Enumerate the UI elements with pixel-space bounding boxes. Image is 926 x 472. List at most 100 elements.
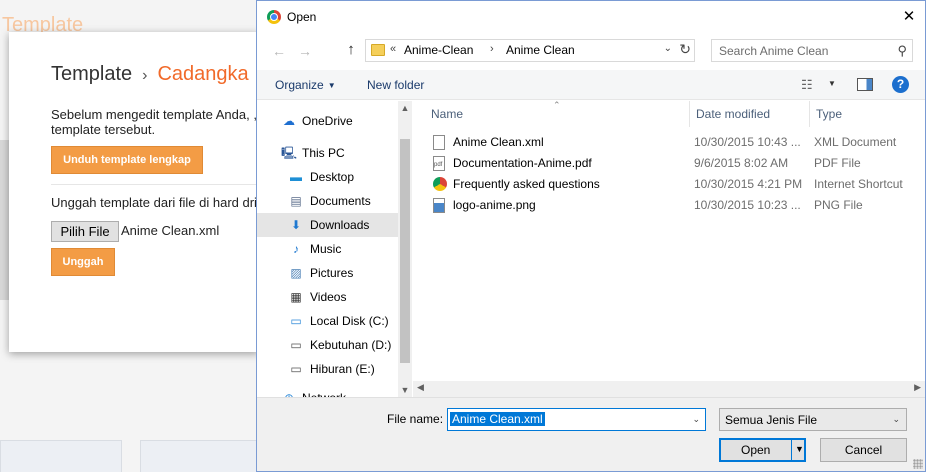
nav-item-desktop[interactable]: ▬ Desktop	[257, 165, 398, 189]
dialog-title: Open	[287, 10, 317, 24]
file-name: Documentation-Anime.pdf	[453, 156, 592, 170]
open-button[interactable]: Open ▼	[719, 438, 806, 462]
column-header-date-modified[interactable]: Date modified	[690, 101, 805, 127]
resize-grip-icon[interactable]	[913, 459, 923, 469]
search-icon[interactable]: ⚲	[897, 43, 907, 59]
nav-item-hiburan-e[interactable]: ▭ Hiburan (E:)	[257, 357, 398, 381]
breadcrumb-chevron-icon[interactable]: ›	[490, 43, 494, 55]
breadcrumb-overflow-icon[interactable]: «	[390, 43, 396, 55]
file-name-input[interactable]: Anime Clean.xml ⌄	[447, 408, 706, 431]
nav-item-label: Documents	[310, 194, 371, 208]
choose-file-button[interactable]: Pilih File	[51, 221, 119, 242]
up-arrow-icon[interactable]: ↑	[341, 40, 361, 60]
scroll-down-icon[interactable]: ▼	[398, 385, 412, 395]
nav-item-label: Desktop	[310, 170, 355, 184]
nav-item-music[interactable]: ♪ Music	[257, 237, 398, 261]
nav-item-label: Kebutuhan (D:)	[310, 338, 392, 352]
search-input[interactable]	[712, 40, 888, 61]
nav-item-this-pc[interactable]: 🖳 This PC	[257, 141, 398, 165]
nav-item-kebutuhan-d[interactable]: ▭ Kebutuhan (D:)	[257, 333, 398, 357]
scroll-left-icon[interactable]: ◀	[417, 382, 424, 393]
nav-item-local-disk-c[interactable]: ▭ Local Disk (C:)	[257, 309, 398, 333]
file-date-modified: 10/30/2015 4:21 PM	[694, 177, 803, 191]
dialog-footer: File name: Anime Clean.xml ⌄ Semua Jenis…	[257, 397, 925, 471]
scroll-right-icon[interactable]: ▶	[914, 382, 921, 393]
drive-icon: ▭	[290, 338, 302, 352]
address-bar[interactable]: « Anime-Clean › Anime Clean ⌄ ↻	[365, 39, 695, 62]
open-file-dialog: Open ✕ ← → ↑ « Anime-Clean › Anime Clean…	[256, 0, 926, 472]
page-description: Sebelum mengedit template Anda, , templa…	[51, 107, 257, 137]
documents-icon: ▤	[290, 194, 302, 208]
caret-down-icon: ▼	[327, 81, 336, 90]
close-button[interactable]: ✕	[895, 3, 923, 31]
nav-item-label: Pictures	[310, 266, 354, 280]
view-options-icon[interactable]: ☷	[801, 77, 813, 93]
scrollbar-track[interactable]	[433, 384, 903, 394]
file-name: Anime Clean.xml	[453, 135, 544, 149]
nav-item-label: Downloads	[310, 218, 370, 232]
template-thumbnail[interactable]	[0, 440, 122, 472]
download-template-button[interactable]: Unduh template lengkap	[51, 146, 203, 174]
pictures-icon: ▨	[290, 266, 302, 280]
nav-item-label: OneDrive	[302, 114, 353, 128]
page-title-main: Template	[51, 63, 133, 85]
file-type-value: Semua Jenis File	[725, 413, 818, 427]
backup-template-card: Template › Cadangka Sebelum mengedit templ…	[9, 32, 267, 352]
back-arrow-icon[interactable]: ←	[269, 41, 289, 61]
file-row[interactable]: Frequently asked questions 10/30/2015 4:2…	[431, 174, 925, 195]
desktop-icon: ▬	[290, 170, 302, 184]
navigation-pane: ☁ OneDrive 🖳 This PC ▬ Desktop ▤ Documents ⬇ Down…	[257, 101, 398, 397]
chosen-file-name: Anime Clean.xml	[121, 223, 220, 238]
file-type: XML Document	[814, 135, 897, 149]
breadcrumb-anime-clean-parent[interactable]: Anime-Clean	[404, 43, 473, 57]
file-name: logo-anime.png	[453, 198, 536, 212]
chrome-shortcut-icon	[433, 177, 447, 191]
open-options-caret-icon[interactable]: ▼	[795, 444, 804, 454]
scrollbar-thumb[interactable]	[400, 139, 410, 363]
file-name-value[interactable]: Anime Clean.xml	[450, 412, 545, 426]
nav-pane-scrollbar[interactable]: ▲ ▼	[398, 101, 412, 397]
file-row[interactable]: logo-anime.png 10/30/2015 10:23 ... PNG Fi…	[431, 195, 925, 216]
title-bar[interactable]: Open ✕	[257, 1, 925, 33]
file-row[interactable]: Documentation-Anime.pdf 9/6/2015 8:02 AM P…	[431, 153, 925, 174]
nav-item-videos[interactable]: ▦ Videos	[257, 285, 398, 309]
chevron-down-icon[interactable]: ⌄	[664, 43, 672, 54]
nav-item-downloads[interactable]: ⬇ Downloads	[257, 213, 398, 237]
template-thumbnail[interactable]	[140, 440, 258, 472]
file-row[interactable]: Anime Clean.xml 10/30/2015 10:43 ... XML D…	[431, 132, 925, 153]
breadcrumb-anime-clean[interactable]: Anime Clean	[506, 43, 575, 57]
file-type: Internet Shortcut	[814, 177, 903, 191]
help-icon[interactable]: ?	[892, 76, 909, 93]
nav-item-onedrive[interactable]: ☁ OneDrive	[257, 109, 398, 133]
upload-button[interactable]: Unggah	[51, 248, 115, 276]
file-type-select[interactable]: Semua Jenis File ⌄	[719, 408, 907, 431]
forward-arrow-icon[interactable]: →	[295, 41, 315, 61]
file-type: PNG File	[814, 198, 863, 212]
chevron-down-icon[interactable]: ⌄	[692, 414, 700, 425]
downloads-icon: ⬇	[290, 218, 302, 232]
view-caret-icon[interactable]: ▼	[828, 79, 836, 88]
file-date-modified: 9/6/2015 8:02 AM	[694, 156, 789, 170]
horizontal-scrollbar[interactable]: ◀ ▶	[413, 381, 925, 397]
png-file-icon	[433, 198, 445, 213]
nav-item-documents[interactable]: ▤ Documents	[257, 189, 398, 213]
column-header-type[interactable]: Type	[810, 101, 920, 127]
new-folder-button[interactable]: New folder	[367, 78, 424, 92]
preview-pane-icon[interactable]	[857, 78, 873, 91]
chevron-down-icon[interactable]: ⌄	[892, 414, 900, 425]
divider	[51, 184, 267, 185]
file-list: ⌃ Name Date modified Type Anime Clean.xm…	[413, 101, 925, 381]
pdf-file-icon	[433, 156, 445, 171]
xml-file-icon	[433, 135, 445, 150]
scroll-up-icon[interactable]: ▲	[398, 103, 412, 113]
refresh-icon[interactable]: ↻	[679, 41, 691, 58]
nav-item-pictures[interactable]: ▨ Pictures	[257, 261, 398, 285]
cancel-button[interactable]: Cancel	[820, 438, 907, 462]
folder-icon	[371, 44, 385, 56]
nav-item-label: Music	[310, 242, 342, 256]
organize-button[interactable]: Organize ▼	[275, 78, 336, 92]
nav-item-network[interactable]: ⊕Network	[257, 386, 398, 397]
column-header-name[interactable]: Name	[425, 101, 685, 127]
computer-icon: 🖳	[281, 146, 298, 160]
nav-item-label: Local Disk (C:)	[310, 314, 389, 328]
